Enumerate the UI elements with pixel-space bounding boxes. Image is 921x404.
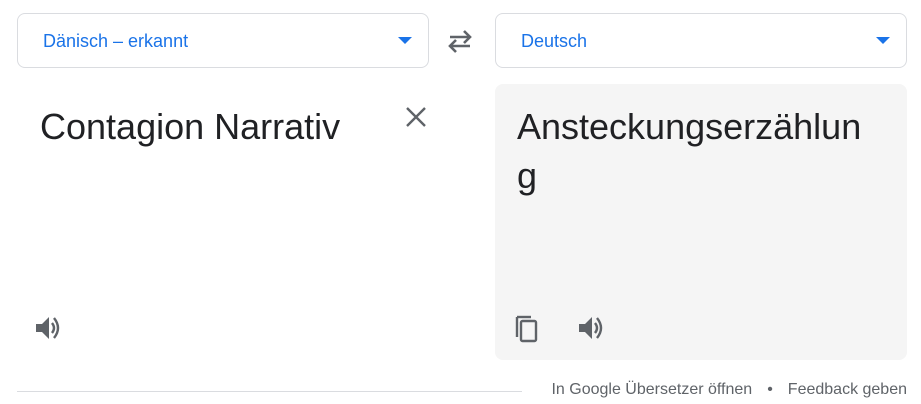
speaker-icon bbox=[36, 317, 60, 339]
target-language-select[interactable]: Deutsch bbox=[495, 13, 907, 68]
footer-links: In Google Übersetzer öffnen • Feedback geb… bbox=[551, 381, 907, 399]
chevron-down-icon bbox=[398, 37, 412, 44]
speaker-icon bbox=[579, 317, 603, 339]
source-listen-button[interactable] bbox=[31, 311, 65, 345]
swap-arrows-icon bbox=[448, 30, 472, 53]
translation-listen-button[interactable] bbox=[574, 311, 608, 345]
copy-translation-button[interactable] bbox=[509, 311, 543, 345]
open-in-translate-link[interactable]: In Google Übersetzer öffnen bbox=[551, 381, 752, 398]
feedback-link[interactable]: Feedback geben bbox=[788, 381, 907, 398]
footer-divider bbox=[17, 391, 522, 392]
chevron-down-icon bbox=[876, 37, 890, 44]
copy-icon bbox=[515, 315, 538, 343]
translation-panel: Ansteckungserzählung bbox=[495, 84, 907, 360]
source-language-label: Dänisch – erkannt bbox=[43, 31, 189, 51]
source-text-input[interactable]: Contagion Narrativ bbox=[40, 102, 380, 151]
footer-separator: • bbox=[767, 381, 773, 398]
clear-source-button[interactable] bbox=[403, 104, 429, 130]
source-text-panel[interactable]: Contagion Narrativ bbox=[17, 84, 429, 360]
translation-text: Ansteckungserzählung bbox=[517, 106, 862, 196]
close-icon bbox=[406, 107, 426, 127]
source-language-select[interactable]: Dänisch – erkannt bbox=[17, 13, 429, 68]
swap-languages-button[interactable] bbox=[444, 27, 476, 55]
target-language-label: Deutsch bbox=[521, 31, 588, 51]
